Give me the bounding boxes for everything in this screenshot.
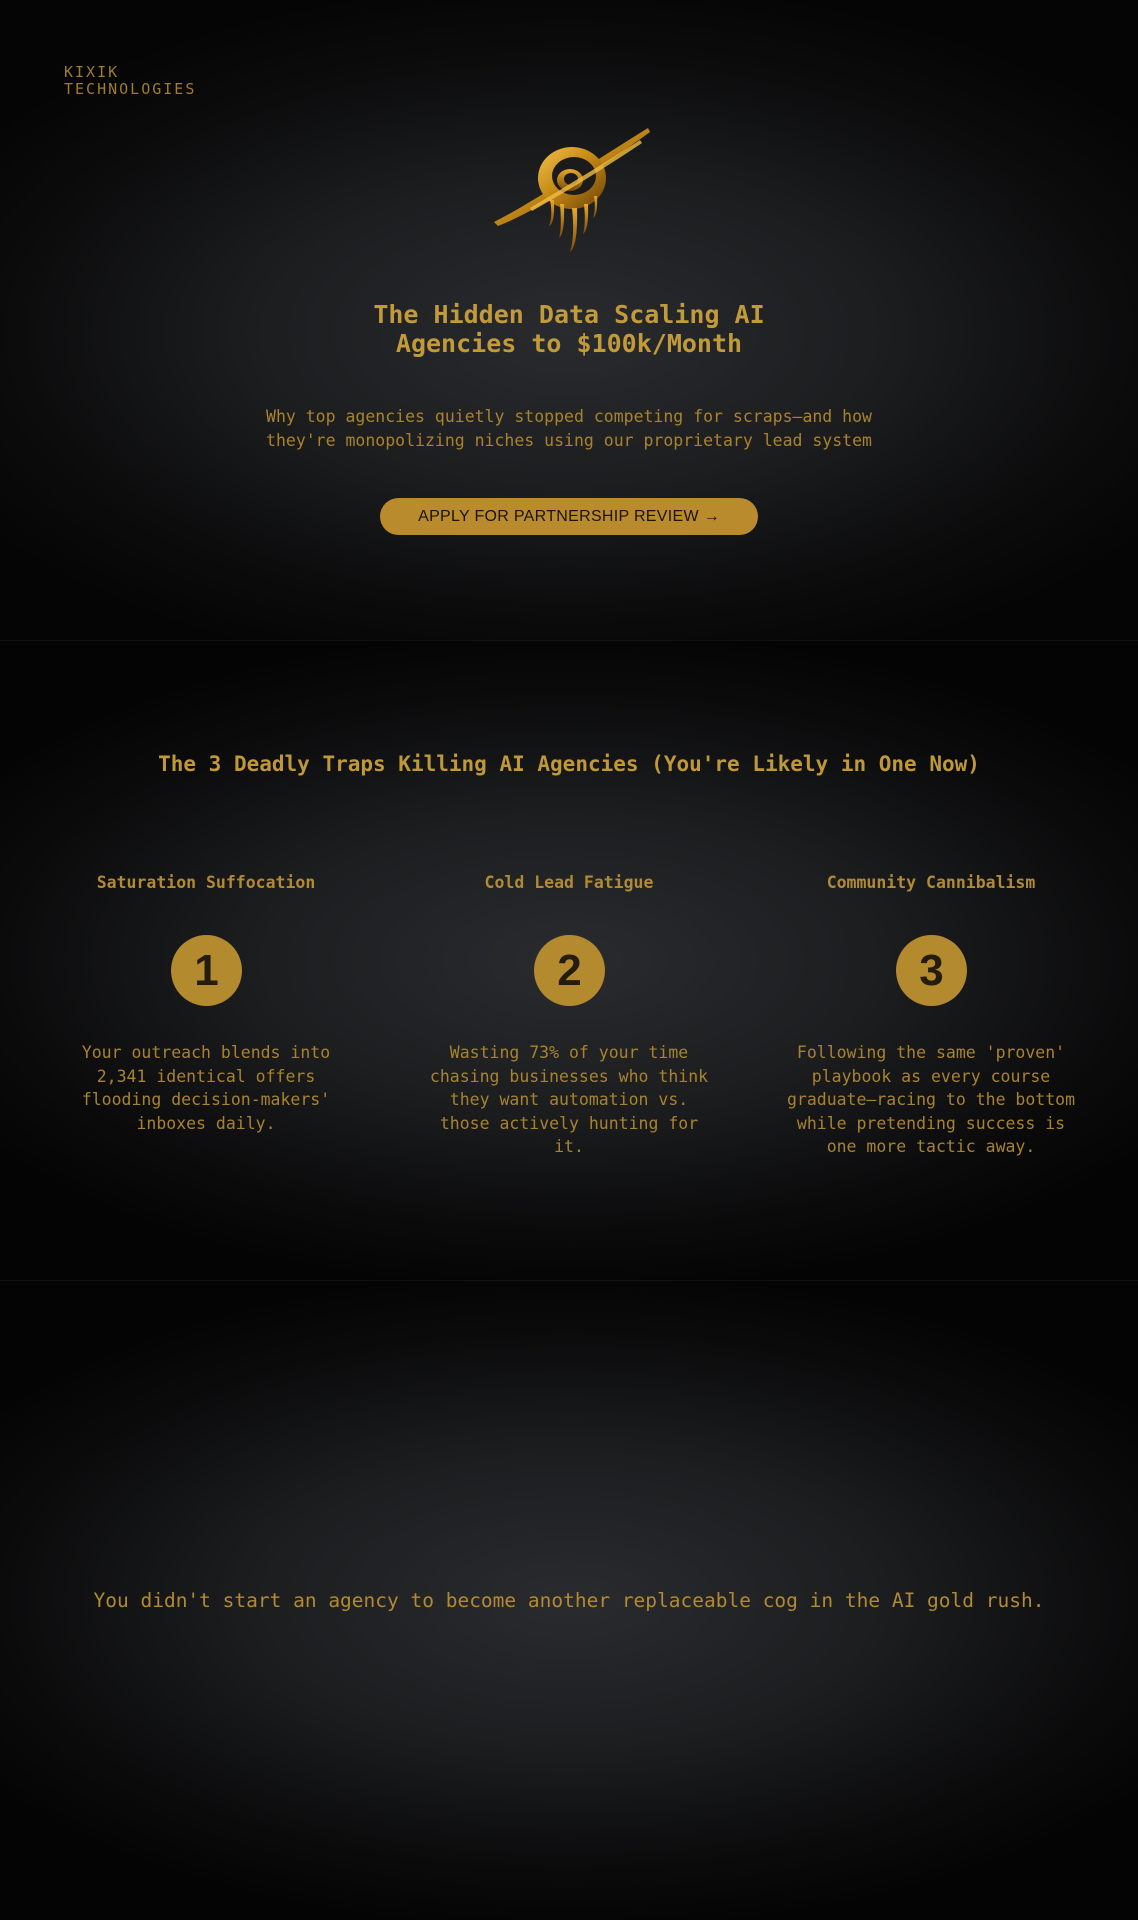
brand-line-1: KIXIK [64, 63, 120, 81]
trap-title: Community Cannibalism [826, 873, 1036, 892]
apply-partnership-button[interactable]: APPLY FOR PARTNERSHIP REVIEW → [380, 498, 758, 535]
trap-description: Your outreach blends into 2,341 identica… [81, 1043, 331, 1133]
trap-description: Wasting 73% of your time chasing busines… [429, 1043, 709, 1156]
trap-description: Following the same 'proven' playbook as … [786, 1043, 1076, 1156]
trap-title: Cold Lead Fatigue [484, 873, 654, 892]
hero-subtitle: Why top agencies quietly stopped competi… [219, 405, 919, 453]
brand-logo[interactable]: KIXIK TECHNOLOGIES [64, 64, 196, 98]
hero-subtitle-line-2: they're monopolizing niches using our pr… [266, 431, 872, 450]
trap-title: Saturation Suffocation [96, 873, 316, 892]
trap-number-badge: 2 [534, 935, 605, 1006]
hero-subtitle-line-1: Why top agencies quietly stopped competi… [266, 407, 872, 426]
trap-number-badge: 1 [171, 935, 242, 1006]
closing-statement: You didn't start an agency to become ano… [93, 1589, 1045, 1612]
trap-number-badge: 3 [896, 935, 967, 1006]
closing-section: You didn't start an agency to become ano… [0, 1280, 1138, 1920]
traps-section: The 3 Deadly Traps Killing AI Agencies (… [0, 640, 1138, 1280]
hero-title-line-1: The Hidden Data Scaling AI [373, 300, 765, 329]
traps-title: The 3 Deadly Traps Killing AI Agencies (… [158, 752, 980, 776]
brand-line-2: TECHNOLOGIES [64, 80, 197, 98]
hero-section: KIXIK TECHNOLOGIES The Hidden Data Scali… [0, 0, 1138, 640]
golden-ringed-planet-icon [494, 128, 650, 252]
hero-title: The Hidden Data Scaling AI Agencies to $… [219, 300, 919, 358]
hero-title-line-2: Agencies to $100k/Month [395, 329, 743, 358]
